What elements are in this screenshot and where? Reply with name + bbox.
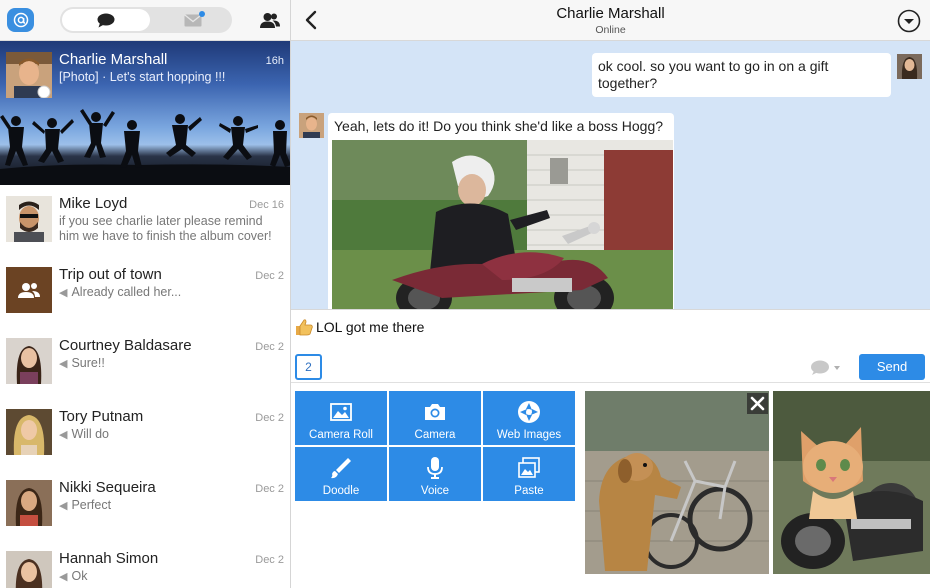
message-composer: LOL got me there 2 Send [291,309,930,383]
doodle-button[interactable]: Doodle [295,447,387,501]
presence-status: Online [595,24,626,36]
tile-label: Web Images [496,429,562,441]
outgoing-message: ok cool. so you want to go in on a gift … [592,53,891,97]
send-button[interactable]: Send [859,354,925,380]
conversation-sidebar: Charlie Marshall 16h [Photo] · Let's sta… [0,0,291,588]
conversation-date: 16h [265,55,284,67]
tile-label: Camera [414,429,456,441]
conversation-item-charlie-marshall[interactable]: Charlie Marshall 16h [Photo] · Let's sta… [0,41,290,185]
avatar [6,338,52,384]
reply-arrow-icon: ◀ [59,358,68,370]
reply-arrow-icon: ◀ [59,571,68,583]
chat-header: Charlie Marshall Online [291,0,930,41]
tile-label: Camera Roll [309,429,373,441]
message-text: Yeah, lets do it! Do you think she'd lik… [334,118,664,134]
conversation-date: Dec 16 [249,199,284,211]
conversation-snippet: if you see charlie later please remind h… [59,214,272,243]
conversation-date: Dec 2 [255,412,284,424]
reply-arrow-icon: ◀ [59,429,68,441]
tab-mail[interactable] [156,9,230,31]
conversation-name: Trip out of town [59,266,162,283]
chevron-down-circle-icon[interactable] [897,9,921,33]
camera-roll-icon [330,403,352,421]
conversation-date: Dec 2 [255,554,284,566]
sidebar-toolbar [0,0,290,41]
message-text: ok cool. so you want to go in on a gift … [598,58,829,91]
self-avatar [897,54,922,79]
conversation-snippet: [Photo] · Let's start hopping !!! [59,70,226,84]
message-list[interactable]: ok cool. so you want to go in on a gift … [291,41,930,309]
attachment-counter[interactable]: 2 [295,354,322,380]
chat-title: Charlie Marshall [556,5,665,22]
emoticon-menu-icon[interactable] [810,360,842,376]
paste-icon [518,457,540,478]
conversation-name: Tory Putnam [59,408,144,425]
tile-label: Voice [420,485,450,497]
microphone-icon [427,457,443,479]
incoming-message: Yeah, lets do it! Do you think she'd lik… [328,113,674,309]
conversation-snippet: ◀ Ok [59,569,88,583]
conversation-item-hannah-simon[interactable]: Hannah Simon Dec 2 ◀ Ok [0,540,290,588]
message-input[interactable]: LOL got me there [316,319,424,335]
gallery-image-dog-bicycle[interactable] [585,391,769,574]
contact-avatar [299,113,324,138]
motorcycle-photo[interactable] [332,140,673,309]
conversation-name: Nikki Sequeira [59,479,156,496]
tab-chats[interactable] [62,9,150,31]
camera-roll-button[interactable]: Camera Roll [295,391,387,445]
camera-button[interactable]: Camera [389,391,481,445]
unread-dot [199,11,205,17]
paste-button[interactable]: Paste [483,447,575,501]
avatar [6,196,52,242]
conversation-item-courtney-baldasare[interactable]: Courtney Baldasare Dec 2 ◀ Sure!! [0,327,290,398]
avatar [6,551,52,588]
contacts-icon[interactable] [260,11,280,29]
conversation-snippet: ◀ Sure!! [59,356,105,370]
conversation-item-trip-out-of-town[interactable]: Trip out of town Dec 2 ◀ Already called h… [0,256,290,327]
close-icon[interactable] [747,393,768,414]
group-avatar [6,267,52,313]
inbox-segmented-control [60,7,232,33]
conversation-name: Mike Loyd [59,195,128,212]
reply-arrow-icon: ◀ [59,500,68,512]
app-window: Charlie Marshall 16h [Photo] · Let's sta… [0,0,930,588]
reply-arrow-icon: ◀ [59,287,68,299]
jumping-people-photo [0,109,290,185]
conversation-item-nikki-sequeira[interactable]: Nikki Sequeira Dec 2 ◀ Perfect [0,469,290,540]
web-images-icon [518,401,540,423]
conversation-item-tory-putnam[interactable]: Tory Putnam Dec 2 ◀ Will do [0,398,290,469]
attachment-tray: Camera Roll Camera Web Images Doodle Voi… [291,383,930,588]
chat-panel: Charlie Marshall Online ok cool. so you … [291,0,930,588]
web-images-button[interactable]: Web Images [483,391,575,445]
camera-icon [425,404,445,420]
tile-label: Paste [514,485,544,497]
tile-label: Doodle [322,485,360,497]
chat-bubble-icon [97,13,115,27]
conversation-date: Dec 2 [255,483,284,495]
doodle-icon [331,458,351,479]
avatar [6,52,52,98]
conversation-name: Courtney Baldasare [59,337,192,354]
avatar [6,480,52,526]
gallery-image-kitten-motorcycle[interactable] [773,391,930,574]
conversation-date: Dec 2 [255,341,284,353]
conversation-name: Charlie Marshall [59,51,168,68]
at-sign-icon[interactable] [7,8,34,32]
conversation-date: Dec 2 [255,270,284,282]
voice-button[interactable]: Voice [389,447,481,501]
conversation-name: Hannah Simon [59,550,159,567]
conversation-item-mike-loyd[interactable]: Mike Loyd Dec 16 if you see charlie late… [0,185,290,256]
avatar [6,409,52,455]
conversation-snippet: ◀ Perfect [59,498,112,512]
thumbs-up-icon [296,319,313,336]
conversation-snippet: ◀ Already called her... [59,285,182,299]
conversation-snippet: ◀ Will do [59,427,109,441]
